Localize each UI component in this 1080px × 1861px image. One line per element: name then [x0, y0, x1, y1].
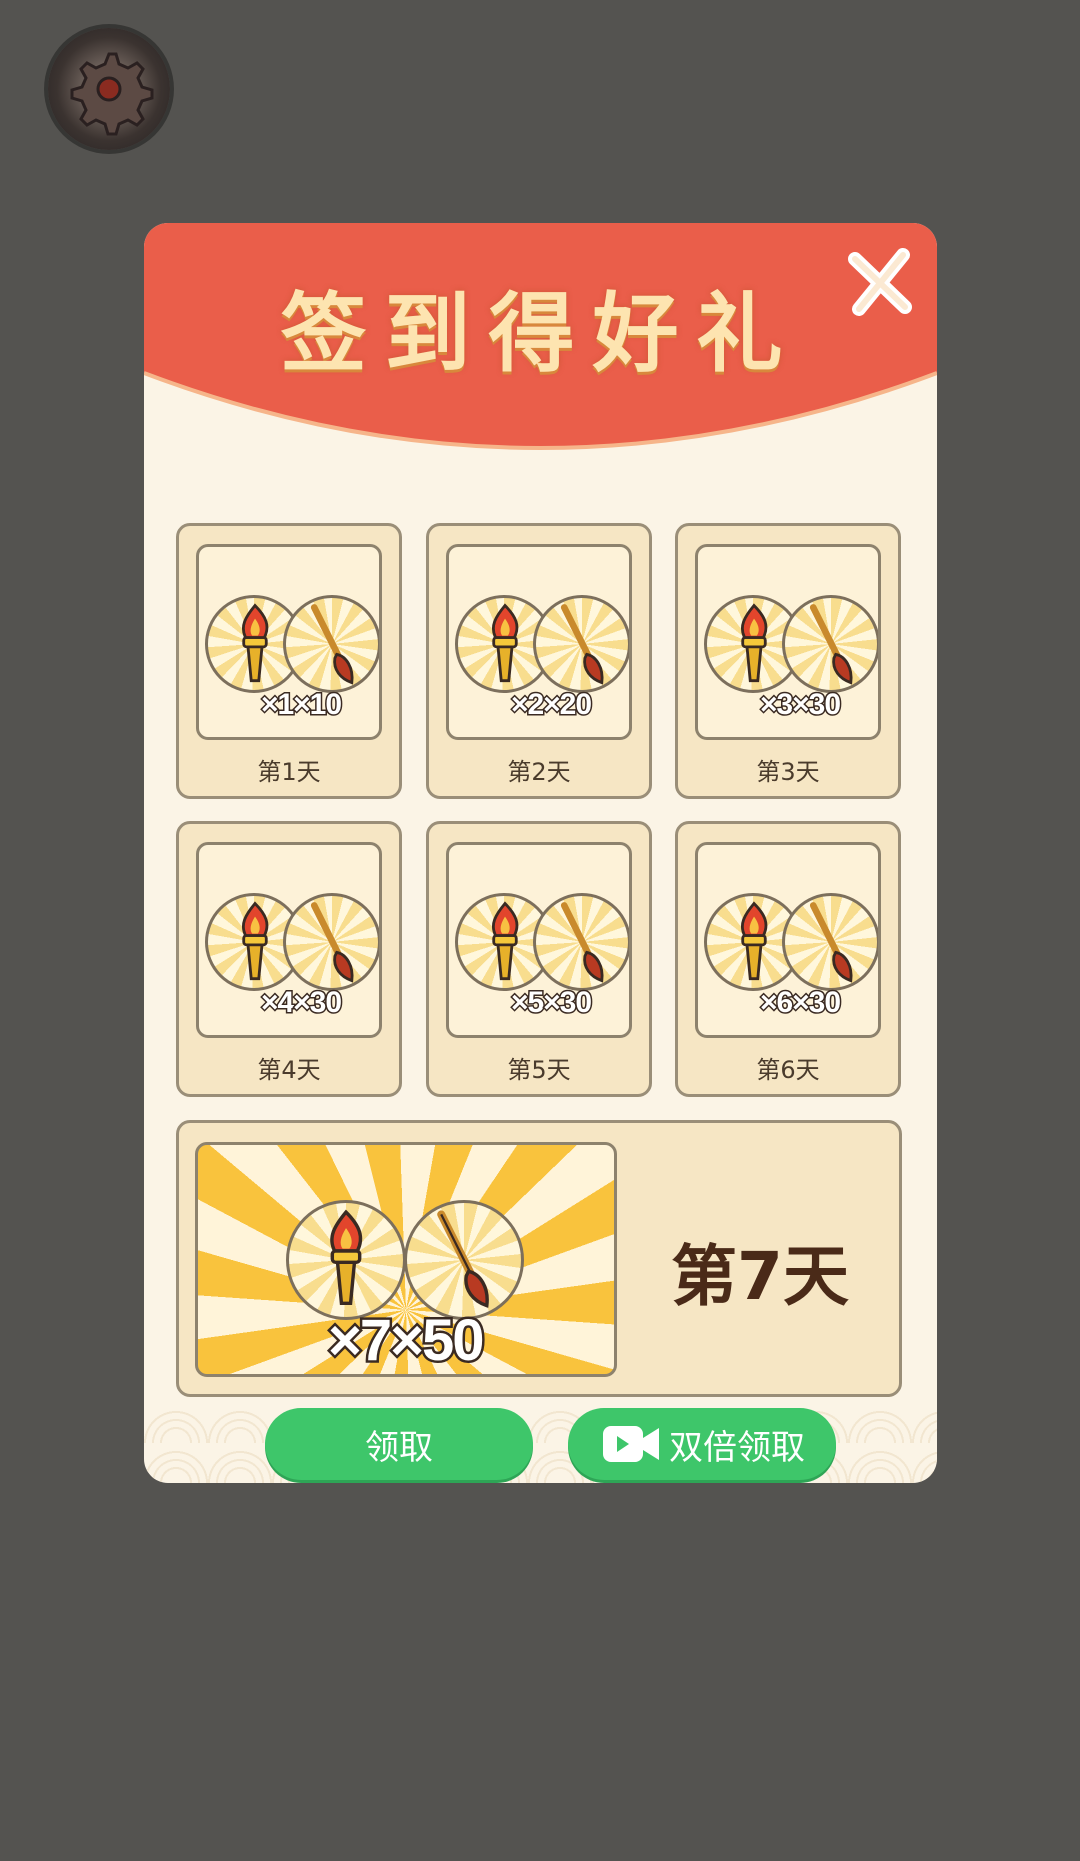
day-counts: ×2×20 — [509, 687, 593, 723]
day-label: 第3天 — [756, 758, 820, 786]
sign-in-popup: 签到得好礼 ×1×10 第1天 ×2×20 第2天 ×3×30 第3天 ×4×30 第4天 ×5… — [144, 223, 937, 1483]
day-3-card[interactable]: ×3×30 第3天 — [675, 523, 901, 799]
day-reward: ×5×30 — [446, 842, 632, 1038]
day-7-reward: ×7×50 — [195, 1142, 617, 1377]
day-4-card[interactable]: ×4×30 第4天 — [176, 821, 402, 1097]
day-reward: ×4×30 — [196, 842, 382, 1038]
day-2-card[interactable]: ×2×20 第2天 — [426, 523, 652, 799]
day-reward: ×6×30 — [695, 842, 881, 1038]
day-5-card[interactable]: ×5×30 第5天 — [426, 821, 652, 1097]
day-reward: ×1×10 — [196, 544, 382, 740]
day-counts: ×6×30 — [758, 985, 842, 1021]
day-label: 第4天 — [257, 1056, 321, 1084]
day-counts: ×5×30 — [509, 985, 593, 1021]
double-claim-label: 双倍领取 — [669, 1427, 805, 1468]
day-7-label: 第7天 — [671, 1238, 849, 1315]
gear-icon — [70, 52, 154, 136]
close-button[interactable] — [843, 245, 919, 321]
double-claim-button[interactable]: 双倍领取 — [568, 1408, 836, 1480]
day-label: 第5天 — [507, 1056, 571, 1084]
day-label: 第2天 — [507, 758, 571, 786]
popup-title: 签到得好礼 — [280, 283, 801, 384]
day-counts: ×1×10 — [259, 687, 343, 723]
claim-button[interactable]: 领取 — [265, 1408, 533, 1480]
claim-button-label: 领取 — [365, 1427, 433, 1468]
day-reward: ×2×20 — [446, 544, 632, 740]
settings-button[interactable] — [48, 28, 170, 150]
day-counts: ×4×30 — [259, 985, 343, 1021]
day-1-card[interactable]: ×1×10 第1天 — [176, 523, 402, 799]
video-icon — [603, 1426, 659, 1462]
day-counts: ×3×30 — [758, 687, 842, 723]
day-label: 第6天 — [756, 1056, 820, 1084]
day-7-card[interactable]: ×7×50 第7天 — [176, 1120, 902, 1397]
day-7-counts: ×7×50 — [325, 1306, 487, 1375]
day-reward: ×3×30 — [695, 544, 881, 740]
day-6-card[interactable]: ×6×30 第6天 — [675, 821, 901, 1097]
day-label: 第1天 — [257, 758, 321, 786]
close-icon — [848, 248, 912, 316]
